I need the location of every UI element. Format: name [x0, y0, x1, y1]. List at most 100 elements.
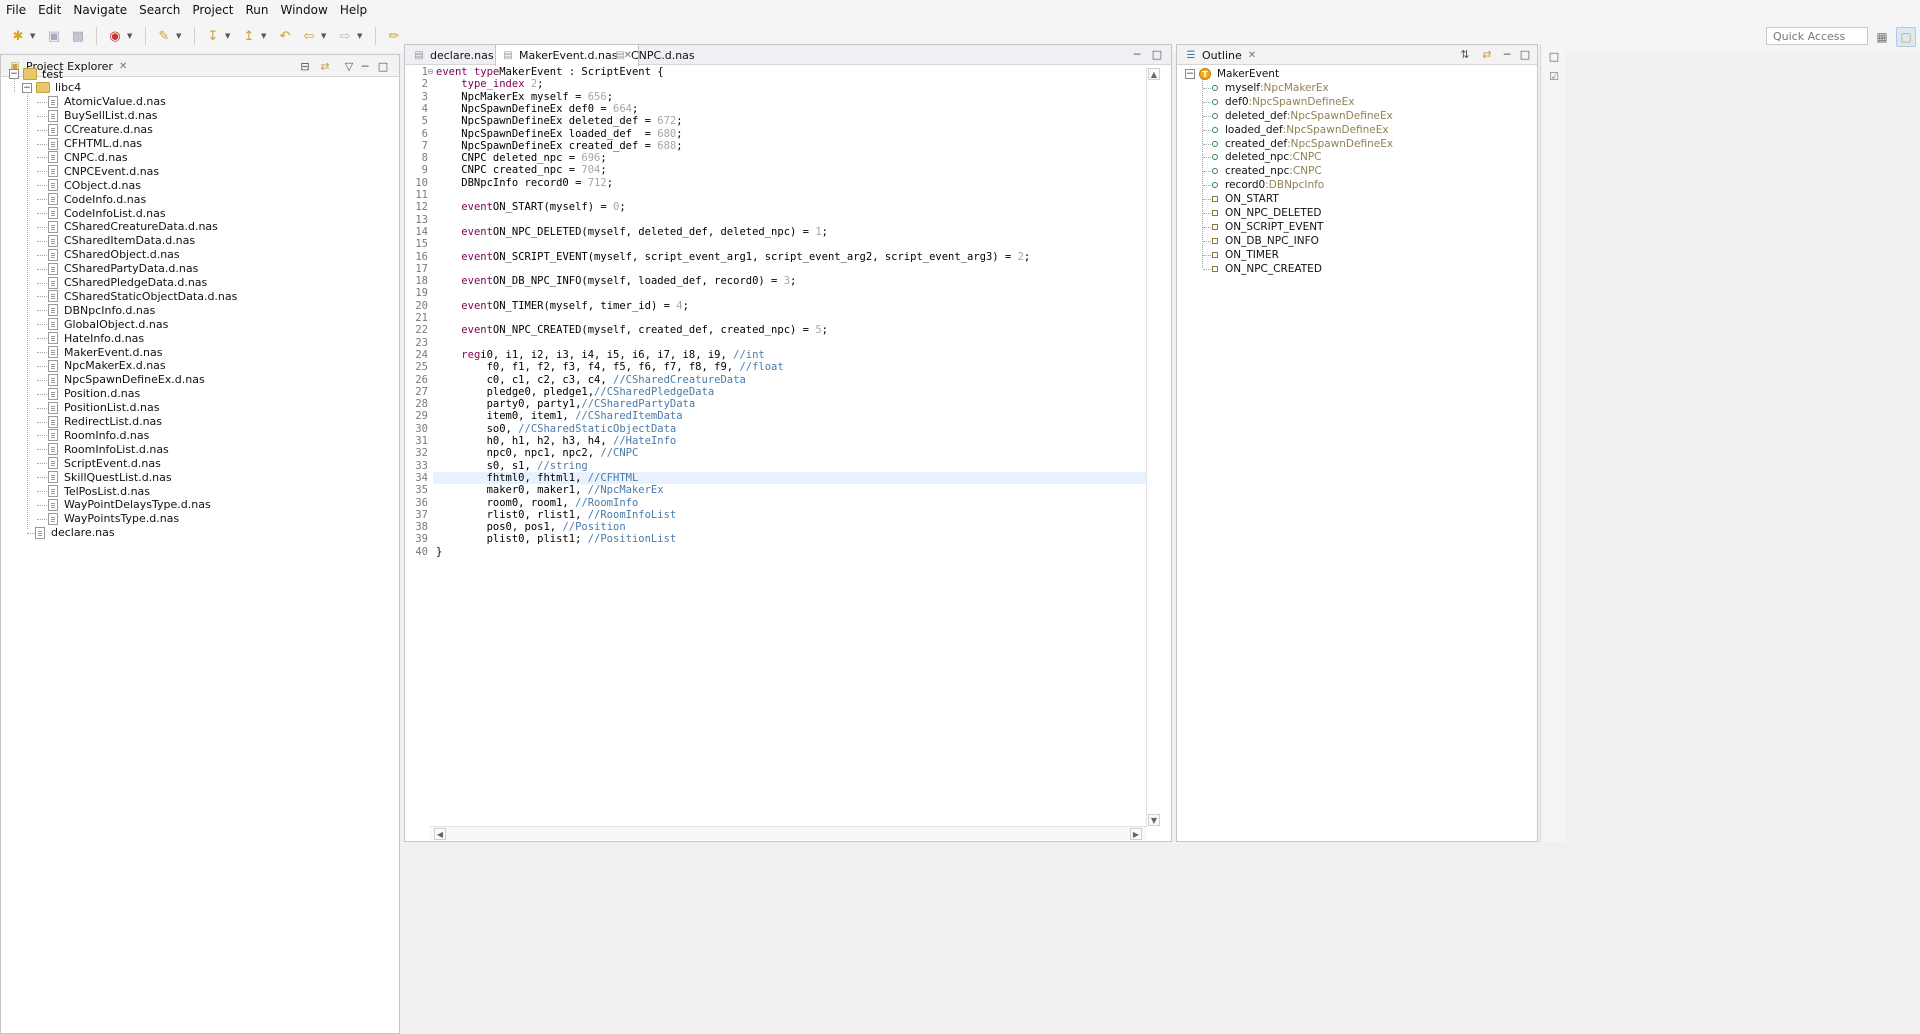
outline-field[interactable]: deleted_def : NpcSpawnDefineEx — [1212, 109, 1393, 123]
build-dropdown-icon[interactable]: ▼ — [176, 32, 184, 40]
open-perspective-icon[interactable]: ▦ — [1872, 27, 1892, 47]
outline-event[interactable]: ON_DB_NPC_INFO — [1212, 234, 1319, 248]
minimize-icon[interactable]: ─ — [1499, 46, 1515, 62]
code-line[interactable]: maker0, maker1, //NpcMakerEx — [436, 484, 664, 496]
code-line[interactable]: regi0, i1, i2, i3, i4, i5, i6, i7, i8, i… — [436, 349, 764, 361]
outline-field[interactable]: created_def : NpcSpawnDefineEx — [1212, 137, 1393, 151]
code-line[interactable]: type_index 2; — [436, 78, 543, 90]
minimize-icon[interactable]: ─ — [357, 58, 373, 74]
task-list-icon[interactable]: ☑ — [1546, 68, 1562, 84]
tree-file[interactable]: AtomicValue.d.nas — [48, 95, 166, 109]
code-line[interactable]: eventON_START(myself) = 0; — [436, 201, 625, 213]
tree-file[interactable]: RedirectList.d.nas — [48, 415, 162, 429]
minimize-icon[interactable]: ─ — [1129, 46, 1145, 62]
next-annotation-icon[interactable]: ↧ — [204, 27, 222, 45]
tree-file[interactable]: CSharedItemData.d.nas — [48, 234, 195, 248]
next-annotation-dropdown-icon[interactable]: ▼ — [225, 32, 233, 40]
view-menu-icon[interactable]: ▽ — [341, 58, 357, 74]
back-dropdown-icon[interactable]: ▼ — [321, 32, 329, 40]
tree-file[interactable]: CObject.d.nas — [48, 178, 141, 192]
new-icon[interactable]: ✱ — [9, 27, 27, 45]
fold-icon[interactable]: ⊖ — [427, 67, 434, 76]
debug-dropdown-icon[interactable]: ▼ — [127, 32, 135, 40]
build-icon[interactable]: ✎ — [155, 27, 173, 45]
tree-file[interactable]: RoomInfoList.d.nas — [48, 442, 169, 456]
tree-file[interactable]: BuySellList.d.nas — [48, 109, 158, 123]
code-line[interactable]: eventON_DB_NPC_INFO(myself, loaded_def, … — [436, 275, 796, 287]
collapse-all-icon[interactable]: ⊟ — [297, 58, 313, 74]
menu-window[interactable]: Window — [274, 3, 333, 17]
code-line[interactable]: s0, s1, //string — [436, 460, 588, 472]
outline-event[interactable]: ON_TIMER — [1212, 248, 1279, 262]
outline-event[interactable]: ON_SCRIPT_EVENT — [1212, 220, 1323, 234]
code-line[interactable]: c0, c1, c2, c3, c4, //CSharedCreatureDat… — [436, 374, 746, 386]
last-edit-icon[interactable]: ↶ — [276, 27, 294, 45]
menu-run[interactable]: Run — [239, 3, 274, 17]
tree-file[interactable]: CFHTML.d.nas — [48, 137, 142, 151]
tree-file[interactable]: CNPCEvent.d.nas — [48, 164, 159, 178]
new-dropdown-icon[interactable]: ▼ — [30, 32, 38, 40]
tree-folder-libc4[interactable]: − libc4 — [22, 81, 81, 95]
tree-file[interactable]: CSharedPartyData.d.nas — [48, 262, 198, 276]
code-line[interactable]: NpcMakerEx myself = 656; — [436, 91, 613, 103]
tree-file[interactable]: WayPointsType.d.nas — [48, 512, 179, 526]
code-line[interactable]: DBNpcInfo record0 = 712; — [436, 177, 613, 189]
code-line[interactable]: room0, room1, //RoomInfo — [436, 497, 639, 509]
code-line[interactable]: event typeMakerEvent : ScriptEvent { — [436, 66, 664, 78]
tree-file[interactable]: GlobalObject.d.nas — [48, 317, 168, 331]
outline-event[interactable]: ON_NPC_DELETED — [1212, 206, 1321, 220]
editor-vertical-scrollbar[interactable]: ▲ ▼ — [1146, 66, 1162, 828]
back-icon[interactable]: ⇦ — [300, 27, 318, 45]
scroll-up-icon[interactable]: ▲ — [1148, 68, 1160, 80]
save-icon[interactable]: ▣ — [45, 27, 63, 45]
link-with-editor-icon[interactable]: ⇄ — [317, 58, 333, 74]
perspective-icon[interactable]: ▢ — [1896, 27, 1916, 47]
code-line[interactable]: f0, f1, f2, f3, f4, f5, f6, f7, f8, f9, … — [436, 361, 784, 373]
outline-field[interactable]: def0 : NpcSpawnDefineEx — [1212, 95, 1354, 109]
tree-file[interactable]: NpcMakerEx.d.nas — [48, 359, 166, 373]
tree-file[interactable]: CSharedObject.d.nas — [48, 248, 180, 262]
menu-navigate[interactable]: Navigate — [67, 3, 133, 17]
outline-field[interactable]: myself : NpcMakerEx — [1212, 81, 1329, 95]
scroll-right-icon[interactable]: ▶ — [1130, 828, 1142, 840]
tree-file[interactable]: TelPosList.d.nas — [48, 484, 150, 498]
outline-field[interactable]: loaded_def : NpcSpawnDefineEx — [1212, 123, 1389, 137]
code-line[interactable]: plist0, plist1; //PositionList — [436, 533, 677, 545]
collapse-toggle-icon[interactable]: − — [1185, 69, 1195, 79]
tree-file[interactable]: MakerEvent.d.nas — [48, 345, 162, 359]
code-line[interactable]: NpcSpawnDefineEx loaded_def = 680; — [436, 128, 682, 140]
tree-file[interactable]: WayPointDelaysType.d.nas — [48, 498, 211, 512]
code-line[interactable]: eventON_TIMER(myself, timer_id) = 4; — [436, 300, 689, 312]
code-line[interactable]: CNPC deleted_npc = 696; — [436, 152, 606, 164]
code-line[interactable]: NpcSpawnDefineEx def0 = 664; — [436, 103, 638, 115]
close-icon[interactable]: ✕ — [119, 61, 127, 72]
code-line[interactable]: pos0, pos1, //Position — [436, 521, 626, 533]
close-icon[interactable]: ✕ — [1248, 50, 1256, 61]
tab-declare-nas[interactable]: ▤ declare.nas — [407, 45, 500, 65]
sort-icon[interactable]: ⇅ — [1457, 46, 1473, 62]
scroll-down-icon[interactable]: ▼ — [1148, 814, 1160, 826]
tree-file[interactable]: CSharedStaticObjectData.d.nas — [48, 289, 237, 303]
tree-project-test[interactable]: − test — [9, 67, 63, 81]
code-line[interactable]: pledge0, pledge1,//CSharedPledgeData — [436, 386, 715, 398]
menu-file[interactable]: File — [0, 3, 32, 17]
tree-file[interactable]: DBNpcInfo.d.nas — [48, 303, 155, 317]
tree-file[interactable]: Position.d.nas — [48, 387, 140, 401]
code-line[interactable]: NpcSpawnDefineEx deleted_def = 672; — [436, 115, 682, 127]
debug-icon[interactable]: ◉ — [106, 27, 124, 45]
maximize-icon[interactable]: □ — [1517, 46, 1533, 62]
tree-file[interactable]: CCreature.d.nas — [48, 123, 153, 137]
outline-root[interactable]: − T MakerEvent — [1185, 67, 1279, 81]
quick-access-input[interactable]: Quick Access — [1766, 27, 1868, 45]
code-line[interactable]: eventON_SCRIPT_EVENT(myself, script_even… — [436, 251, 1030, 263]
prev-annotation-dropdown-icon[interactable]: ▼ — [261, 32, 269, 40]
tree-file[interactable]: PositionList.d.nas — [48, 401, 159, 415]
tree-file[interactable]: NpcSpawnDefineEx.d.nas — [48, 373, 205, 387]
code-line[interactable]: } — [436, 546, 442, 558]
outline-field[interactable]: record0 : DBNpcInfo — [1212, 178, 1324, 192]
maximize-icon[interactable]: □ — [1149, 46, 1165, 62]
tree-file[interactable]: RoomInfo.d.nas — [48, 428, 149, 442]
tab-outline[interactable]: ☰ Outline ✕ — [1179, 45, 1262, 65]
pin-icon[interactable]: ✏ — [385, 27, 403, 45]
menu-search[interactable]: Search — [133, 3, 186, 17]
